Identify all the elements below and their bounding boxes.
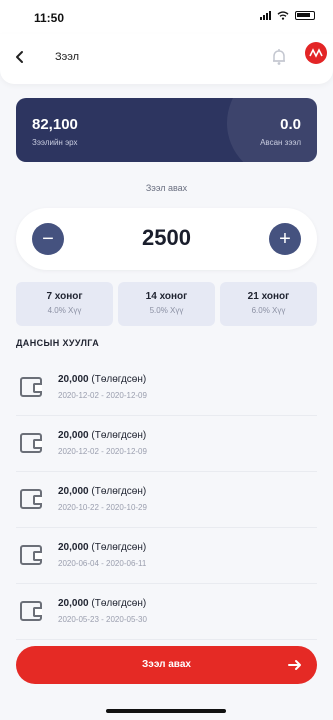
- list-item[interactable]: 20,000 (Төлөгдсөн) 2020-12-02 - 2020-12-…: [16, 416, 317, 472]
- app-header: Зээл: [0, 34, 333, 84]
- item-amount: 20,000: [58, 374, 89, 385]
- take-loan-button[interactable]: Зээл авах: [16, 646, 317, 684]
- decrease-button[interactable]: −: [32, 223, 64, 255]
- item-amount-line: 20,000 (Төлөгдсөн): [58, 542, 146, 553]
- status-bar: 11:50: [0, 0, 333, 34]
- wifi-icon: [277, 11, 289, 20]
- item-status: (Төлөгдсөн): [91, 542, 147, 553]
- item-dates: 2020-12-02 - 2020-12-09: [58, 447, 147, 456]
- page-title: Зээл: [55, 51, 80, 63]
- item-amount: 20,000: [58, 598, 89, 609]
- borrowed-label: Авсан зээл: [260, 138, 301, 147]
- item-status: (Төлөгдсөн): [91, 430, 147, 441]
- term-rate: 4.0% Хүү: [47, 306, 82, 315]
- item-amount: 20,000: [58, 430, 89, 441]
- increase-button[interactable]: +: [269, 223, 301, 255]
- item-amount-line: 20,000 (Төлөгдсөн): [58, 598, 146, 609]
- battery-icon: [295, 11, 315, 20]
- wallet-icon: [20, 377, 42, 397]
- item-dates: 2020-05-23 - 2020-05-30: [58, 615, 147, 624]
- item-dates: 2020-10-22 - 2020-10-29: [58, 503, 147, 512]
- item-amount-line: 20,000 (Төлөгдсөн): [58, 486, 146, 497]
- item-amount: 20,000: [58, 542, 89, 553]
- home-indicator: [106, 709, 226, 713]
- loan-summary-card: 82,100 Зээлийн эрх 0.0 Авсан зээл: [16, 98, 317, 162]
- item-status: (Төлөгдсөн): [91, 486, 147, 497]
- borrowed-value: 0.0: [280, 116, 301, 133]
- loan-amount-value[interactable]: 2500: [76, 225, 257, 251]
- history-list: 20,000 (Төлөгдсөн) 2020-12-02 - 2020-12-…: [0, 360, 333, 640]
- take-loan-label: Зээл авах: [142, 659, 191, 670]
- term-option-7[interactable]: 7 хоног 4.0% Хүү: [16, 282, 113, 326]
- list-item[interactable]: 20,000 (Төлөгдсөн) 2020-06-04 - 2020-06-…: [16, 528, 317, 584]
- wallet-icon: [20, 601, 42, 621]
- item-status: (Төлөгдсөн): [91, 598, 147, 609]
- bell-icon[interactable]: [269, 47, 289, 67]
- credit-limit-value: 82,100: [32, 116, 78, 133]
- item-dates: 2020-06-04 - 2020-06-11: [58, 559, 147, 568]
- wallet-icon: [20, 433, 42, 453]
- list-item[interactable]: 20,000 (Төлөгдсөн) 2020-10-22 - 2020-10-…: [16, 472, 317, 528]
- list-item[interactable]: 20,000 (Төлөгдсөн) 2020-12-02 - 2020-12-…: [16, 360, 317, 416]
- term-option-21[interactable]: 21 хоног 6.0% Хүү: [220, 282, 317, 326]
- term-options: 7 хоног 4.0% Хүү 14 хоног 5.0% Хүү 21 хо…: [16, 282, 317, 326]
- loan-amount-label: Зээл авах: [145, 183, 188, 193]
- card-decoration: [227, 98, 317, 162]
- term-title: 21 хоног: [247, 291, 290, 302]
- item-amount: 20,000: [58, 486, 89, 497]
- item-status: (Төлөгдсөн): [91, 374, 147, 385]
- term-rate: 6.0% Хүү: [251, 306, 286, 315]
- term-option-14[interactable]: 14 хоног 5.0% Хүү: [118, 282, 215, 326]
- arrow-right-icon: [288, 660, 301, 670]
- brand-logo[interactable]: [305, 42, 327, 64]
- history-title: ДАНСЫН ХУУЛГА: [16, 338, 100, 348]
- term-rate: 5.0% Хүү: [149, 306, 184, 315]
- term-title: 14 хоног: [145, 291, 188, 302]
- wallet-icon: [20, 545, 42, 565]
- wallet-icon: [20, 489, 42, 509]
- item-dates: 2020-12-02 - 2020-12-09: [58, 391, 147, 400]
- status-icons: [260, 11, 315, 20]
- term-title: 7 хоног: [46, 291, 83, 302]
- credit-limit-label: Зээлийн эрх: [32, 138, 78, 147]
- item-amount-line: 20,000 (Төлөгдсөн): [58, 430, 146, 441]
- status-time: 11:50: [34, 11, 65, 25]
- signal-icon: [260, 11, 271, 20]
- back-icon[interactable]: [10, 47, 30, 67]
- loan-amount-stepper: − 2500 +: [16, 208, 317, 270]
- list-item[interactable]: 20,000 (Төлөгдсөн) 2020-05-23 - 2020-05-…: [16, 584, 317, 640]
- item-amount-line: 20,000 (Төлөгдсөн): [58, 374, 146, 385]
